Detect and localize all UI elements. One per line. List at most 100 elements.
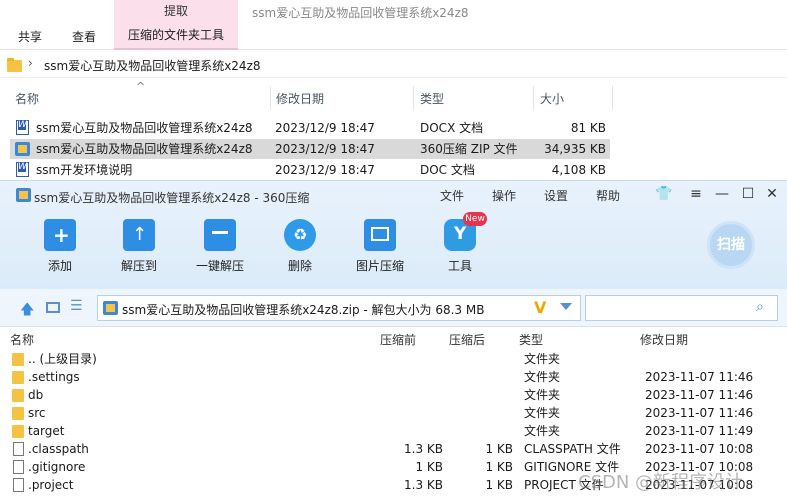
- tab-zip-tools[interactable]: 压缩的文件夹工具: [114, 22, 238, 50]
- zip-name: .classpath: [28, 442, 89, 456]
- address-bar[interactable]: › ssm爱心互助及物品回收管理系统x24z8: [0, 52, 787, 78]
- menu-settings[interactable]: 设置: [544, 187, 568, 204]
- recycle-icon: ♻: [284, 219, 316, 251]
- search-input[interactable]: ⌕: [585, 295, 778, 321]
- shirt-icon[interactable]: 👕: [655, 186, 672, 202]
- one-click-extract-button[interactable]: 一键解压: [188, 219, 252, 274]
- add-label: 添加: [47, 259, 72, 273]
- zcol-before[interactable]: 压缩前: [380, 331, 416, 348]
- file-row[interactable]: ssm爱心互助及物品回收管理系统x24z8 2023/12/9 18:47 DO…: [10, 118, 610, 138]
- add-folder-icon: +: [44, 219, 76, 251]
- chevron-right-icon: ›: [28, 56, 33, 70]
- col-name[interactable]: 名称: [15, 90, 39, 107]
- col-divider[interactable]: [612, 86, 613, 110]
- zip-row[interactable]: target 文件夹 2023-11-07 11:49: [10, 422, 780, 440]
- tools-button[interactable]: Y 工具: [428, 219, 492, 274]
- word-icon: [16, 162, 29, 177]
- col-divider[interactable]: [270, 86, 271, 110]
- col-divider[interactable]: [413, 86, 414, 110]
- zip-type: 文件夹: [524, 352, 561, 366]
- zip-row[interactable]: .settings 文件夹 2023-11-07 11:46: [10, 368, 780, 386]
- zip-window: ssm爱心互助及物品回收管理系统x24z8 - 360压缩 文件 操作 设置 帮…: [0, 180, 787, 502]
- menu-action[interactable]: 操作: [492, 187, 516, 204]
- col-type[interactable]: 类型: [420, 90, 444, 107]
- zcol-date[interactable]: 修改日期: [640, 331, 688, 348]
- zip-date: 2023-11-07 11:46: [645, 388, 754, 402]
- zip-before: 1.3 KB: [404, 442, 443, 456]
- zip-name: .. (上级目录): [28, 352, 97, 366]
- folder-icon: [12, 389, 24, 402]
- zcol-type[interactable]: 类型: [519, 331, 543, 348]
- dropdown-arrow-icon[interactable]: [560, 303, 572, 310]
- view-mode-icon[interactable]: [46, 302, 60, 313]
- zcol-after[interactable]: 压缩后: [449, 331, 485, 348]
- zip-name: .project: [28, 478, 74, 492]
- zip-app-icon: [16, 188, 31, 202]
- zip-name: .settings: [28, 370, 80, 384]
- close-icon[interactable]: ✕: [764, 186, 780, 202]
- zip-row[interactable]: .. (上级目录) 文件夹: [10, 350, 780, 368]
- zcol-name[interactable]: 名称: [10, 331, 34, 348]
- zip-date: 2023-11-07 11:49: [645, 424, 754, 438]
- sort-up-icon: ^: [136, 80, 146, 93]
- watermark: CSDN @新程序设计: [578, 472, 744, 493]
- v-logo-icon[interactable]: V: [534, 298, 546, 317]
- minimize-icon[interactable]: —: [714, 186, 730, 202]
- zip-after: 1 KB: [485, 478, 513, 492]
- col-date[interactable]: 修改日期: [276, 90, 324, 107]
- tab-view[interactable]: 查看: [72, 26, 96, 48]
- file-row[interactable]: ssm开发环境说明 2023/12/9 18:47 DOC 文档 4,108 K…: [10, 160, 610, 180]
- file-type: DOCX 文档: [420, 121, 484, 135]
- zip-row[interactable]: db 文件夹 2023-11-07 11:46: [10, 386, 780, 404]
- zip-date: 2023-11-07 10:08: [645, 442, 754, 456]
- zip-row[interactable]: src 文件夹 2023-11-07 11:46: [10, 404, 780, 422]
- zip-type: 文件夹: [524, 424, 561, 438]
- scan-button[interactable]: 扫描: [707, 221, 755, 269]
- file-size: 4,108 KB: [551, 163, 606, 177]
- file-name: ssm开发环境说明: [36, 163, 133, 177]
- image-compress-icon: [364, 219, 396, 251]
- col-divider[interactable]: [533, 86, 534, 110]
- file-name: ssm爱心互助及物品回收管理系统x24z8: [36, 142, 253, 156]
- menu-lines-icon[interactable]: ≡: [688, 186, 704, 202]
- one-click-extract-label: 一键解压: [195, 259, 244, 273]
- menu-help[interactable]: 帮助: [596, 187, 620, 204]
- menu-file[interactable]: 文件: [440, 187, 464, 204]
- tab-share[interactable]: 共享: [18, 26, 42, 48]
- search-icon[interactable]: ⌕: [756, 299, 764, 315]
- col-size[interactable]: 大小: [540, 90, 564, 107]
- zip-type: 文件夹: [524, 406, 561, 420]
- file-row-selected[interactable]: ssm爱心互助及物品回收管理系统x24z8 2023/12/9 18:47 36…: [10, 139, 610, 159]
- list-view-icon[interactable]: ☰: [70, 298, 83, 314]
- zip-type: 文件夹: [524, 370, 561, 384]
- up-arrow-icon[interactable]: 🡅: [20, 299, 34, 323]
- image-compress-label: 图片压缩: [355, 259, 404, 273]
- extract-to-button[interactable]: ↑ 解压到: [107, 219, 171, 274]
- delete-button[interactable]: ♻ 删除: [268, 219, 332, 274]
- zip-row[interactable]: .classpath 1.3 KB 1 KB CLASSPATH 文件 2023-11-…: [10, 440, 780, 458]
- extract-to-icon: ↑: [123, 219, 155, 251]
- image-compress-button[interactable]: 图片压缩: [348, 219, 412, 274]
- tools-label: 工具: [447, 259, 472, 273]
- window-title: ssm爱心互助及物品回收管理系统x24z8: [252, 6, 469, 20]
- zip-date: 2023-11-07 11:46: [645, 406, 754, 420]
- file-icon: [13, 478, 24, 492]
- zip-after: 1 KB: [485, 442, 513, 456]
- file-name: ssm爱心互助及物品回收管理系统x24z8: [36, 121, 253, 135]
- folder-icon: [12, 407, 24, 420]
- zip-name: src: [28, 406, 46, 420]
- zip-path-input[interactable]: ssm爱心互助及物品回收管理系统x24z8.zip - 解包大小为 68.3 M…: [97, 295, 581, 321]
- file-type: DOC 文档: [420, 163, 475, 177]
- zip-before: 1 KB: [415, 460, 443, 474]
- zip-path-text: ssm爱心互助及物品回收管理系统x24z8.zip - 解包大小为 68.3 M…: [122, 303, 485, 317]
- file-date: 2023/12/9 18:47: [275, 163, 375, 177]
- zip-type: CLASSPATH 文件: [524, 442, 621, 456]
- file-date: 2023/12/9 18:47: [275, 142, 375, 156]
- maximize-icon[interactable]: ☐: [740, 186, 756, 202]
- file-type: 360压缩 ZIP 文件: [420, 142, 518, 156]
- address-path: ssm爱心互助及物品回收管理系统x24z8: [44, 59, 261, 73]
- add-button[interactable]: + 添加: [28, 219, 92, 274]
- folder-icon: [12, 425, 24, 438]
- word-icon: [16, 120, 29, 135]
- zip-toolbar-area: ssm爱心互助及物品回收管理系统x24z8 - 360压缩 文件 操作 设置 帮…: [0, 181, 787, 289]
